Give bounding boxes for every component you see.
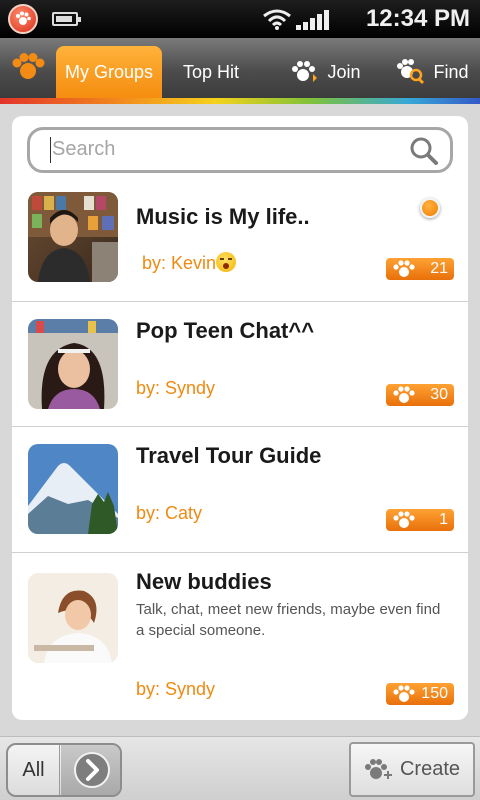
text-cursor <box>50 137 51 163</box>
member-count: 150 <box>421 685 448 702</box>
tab-top-hit-label: Top Hit <box>182 61 240 82</box>
status-time: 12:34 PM <box>365 5 470 32</box>
tab-join[interactable]: Join <box>286 46 366 98</box>
group-description: Talk, chat, meet new friends, maybe even… <box>136 601 441 639</box>
tab-my-groups-label: My Groups <box>64 61 154 82</box>
battery-icon <box>52 12 81 26</box>
group-list-panel: Search Music is My life.. by: Kevin 21 P… <box>12 116 468 720</box>
group-row-pop-teen[interactable]: Pop Teen Chat^^ by: Syndy 30 <box>12 301 468 426</box>
status-bar: 12:34 PM <box>0 0 480 38</box>
tab-join-label: Join <box>327 61 361 82</box>
group-row-music[interactable]: Music is My life.. by: Kevin 21 <box>12 182 468 301</box>
signal-icon <box>296 10 329 30</box>
online-status-dot <box>420 198 440 218</box>
members-icon <box>393 685 415 702</box>
create-label: Create <box>399 758 461 780</box>
wifi-icon <box>263 9 291 30</box>
member-count-badge: 150 <box>386 683 454 705</box>
group-thumbnail-pop-teen <box>28 319 118 409</box>
group-title: Travel Tour Guide <box>136 443 322 468</box>
filter-all-button[interactable]: All <box>8 745 60 795</box>
member-count-badge: 1 <box>386 509 454 531</box>
group-title: New buddies <box>136 569 272 594</box>
bottom-bar: All Create <box>0 736 480 800</box>
members-icon <box>393 386 415 403</box>
member-count-badge: 30 <box>386 384 454 406</box>
tab-find[interactable]: Find <box>392 46 474 98</box>
surprised-face-icon <box>216 252 237 272</box>
group-owner: by: Kevin <box>142 252 237 274</box>
group-row-new-buddies[interactable]: New buddies Talk, chat, meet new friends… <box>12 552 468 720</box>
find-group-icon <box>397 59 425 85</box>
join-group-icon <box>292 61 318 82</box>
group-owner: by: Caty <box>136 503 203 523</box>
group-thumbnail-travel <box>28 444 118 534</box>
search-placeholder: Search <box>52 138 116 160</box>
group-row-travel[interactable]: Travel Tour Guide by: Caty 1 <box>12 426 468 552</box>
group-owner: by: Syndy <box>136 378 216 398</box>
create-group-icon <box>364 758 392 779</box>
group-title: Music is My life.. <box>136 204 310 229</box>
group-title: Pop Teen Chat^^ <box>136 318 315 343</box>
next-filter-button[interactable] <box>61 745 120 795</box>
tab-my-groups[interactable]: My Groups <box>56 46 162 98</box>
groups-logo-icon <box>12 53 45 79</box>
member-count-badge: 21 <box>386 258 454 280</box>
app-notification-icon <box>8 4 38 34</box>
member-count: 21 <box>430 260 448 277</box>
tab-top-hit[interactable]: Top Hit <box>168 46 254 98</box>
member-count: 1 <box>439 511 448 528</box>
filter-all-label: All <box>22 758 45 781</box>
group-thumbnail-music <box>28 192 118 282</box>
tab-find-label: Find <box>433 61 469 82</box>
filter-segment: All <box>6 743 122 797</box>
create-group-button[interactable]: Create <box>349 742 475 797</box>
search-icon[interactable] <box>408 135 440 167</box>
tab-bar: My Groups Top Hit Join Find <box>0 38 480 98</box>
chevron-right-icon <box>73 752 110 788</box>
group-owner-text: by: Kevin <box>142 253 217 273</box>
group-thumbnail-new-buddies <box>28 573 118 663</box>
group-owner: by: Syndy <box>136 679 216 699</box>
members-icon <box>393 260 415 277</box>
members-icon <box>393 511 415 528</box>
search-input[interactable]: Search <box>27 127 453 173</box>
member-count: 30 <box>430 386 448 403</box>
